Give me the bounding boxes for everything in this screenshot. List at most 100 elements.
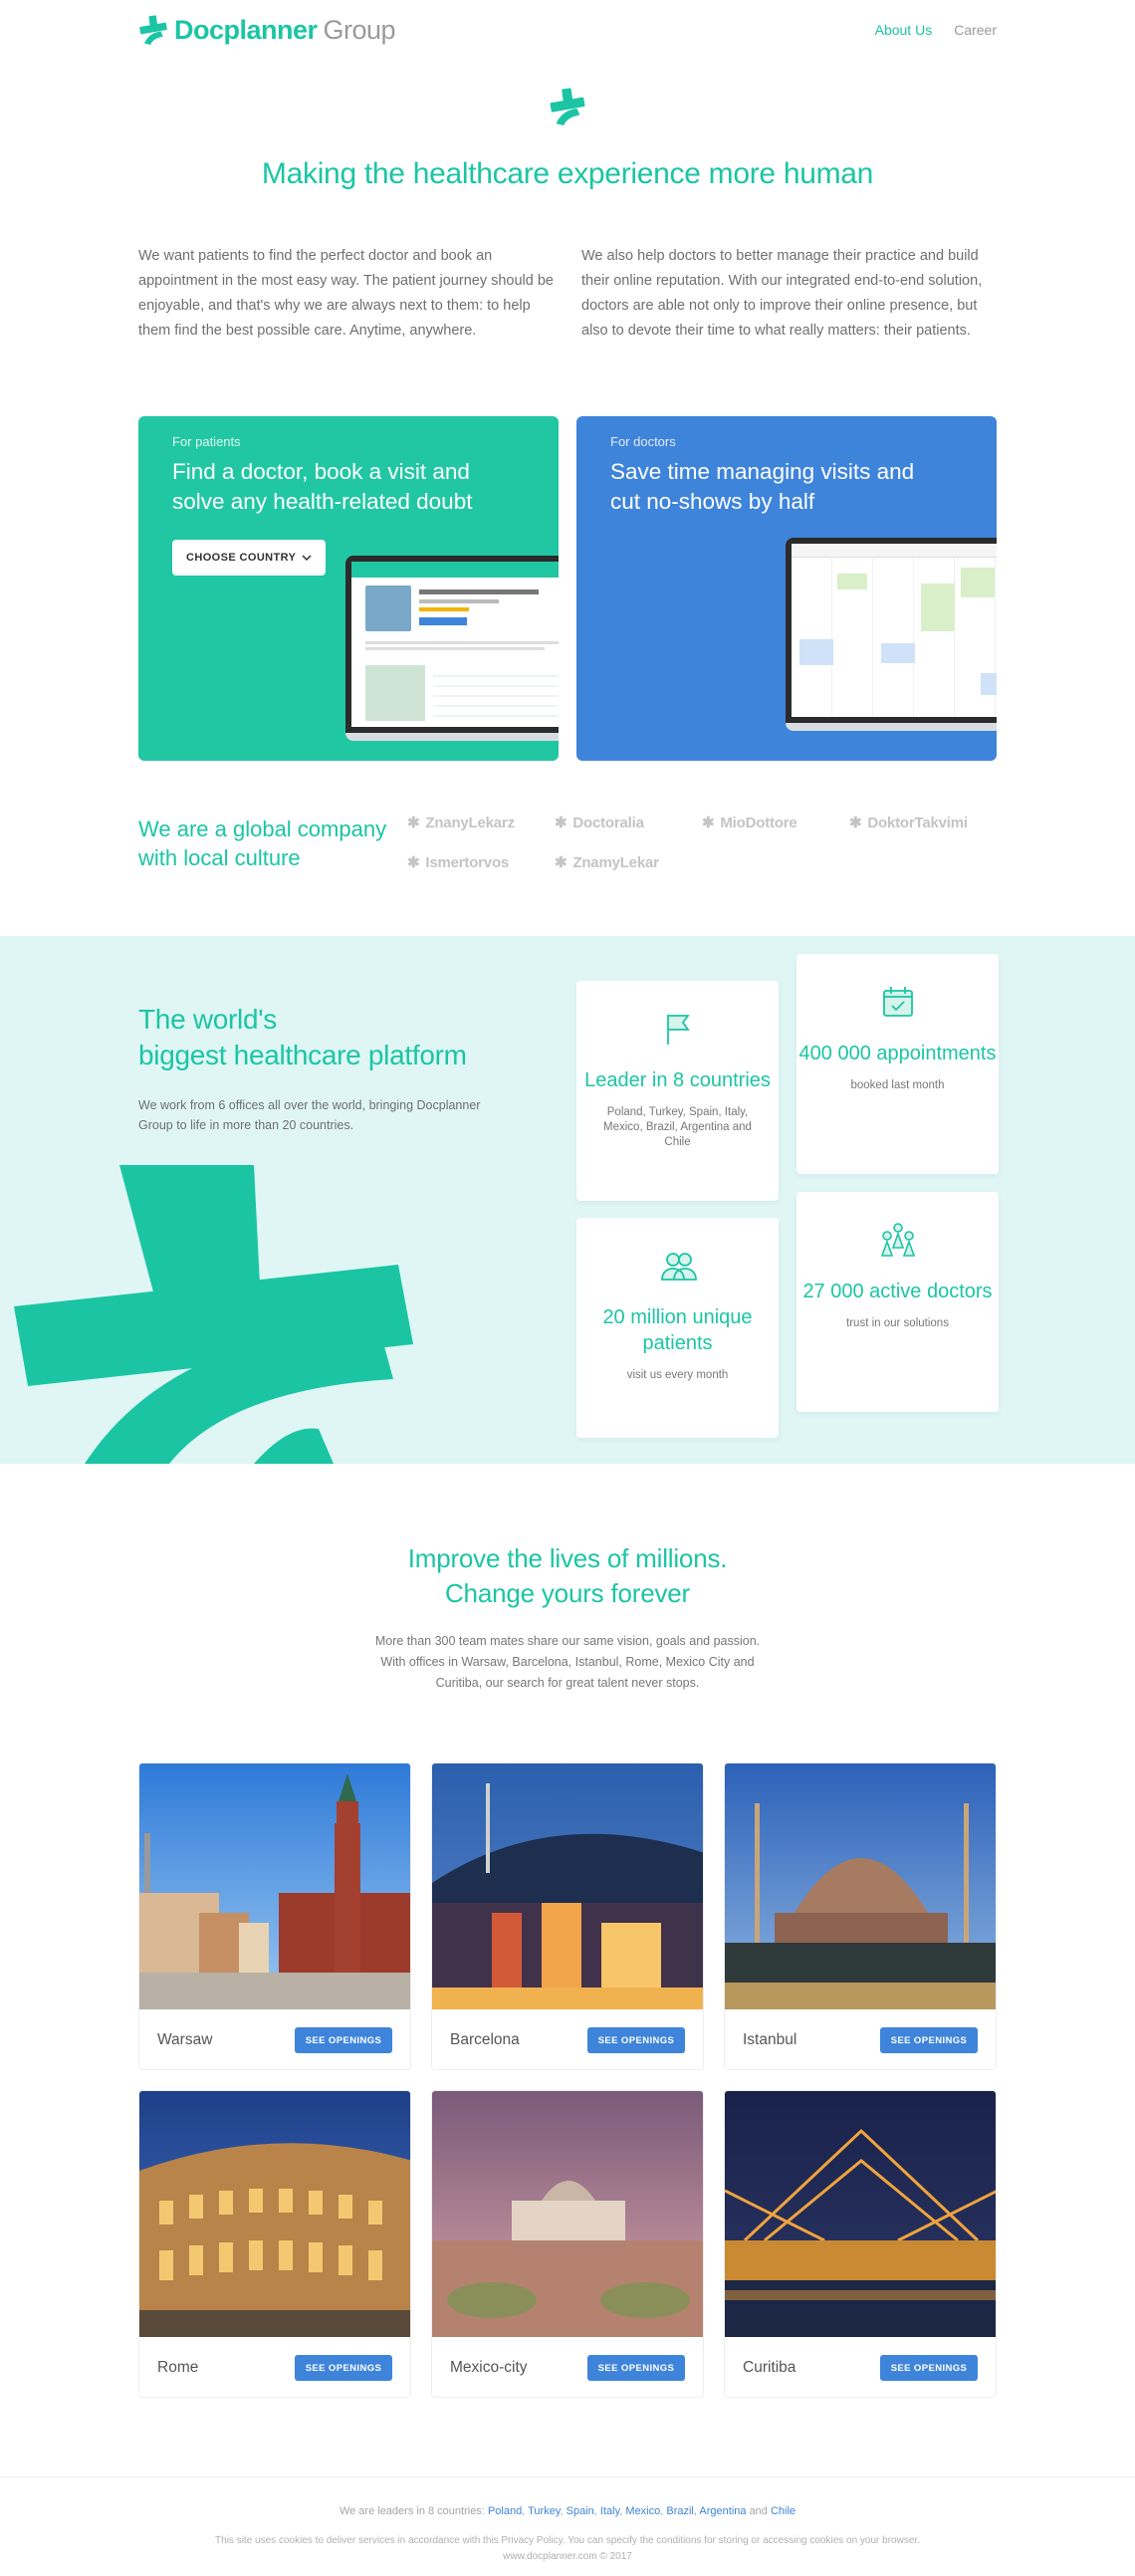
nav-career[interactable]: Career: [954, 22, 997, 38]
intro-text: We want patients to find the perfect doc…: [138, 244, 997, 344]
see-openings-button[interactable]: SEE OPENINGS: [587, 2355, 685, 2381]
patients-laptop-screen: [351, 562, 559, 727]
stat-patients-title: 20 million unique patients: [602, 1306, 753, 1354]
doctors-icon: [880, 1223, 915, 1257]
stat-appointments-title: 400 000 appointments: [798, 1043, 997, 1064]
copyright: www.docplanner.com © 2017: [503, 2551, 632, 2562]
users-icon: [660, 1253, 697, 1281]
country-link-turkey[interactable]: Turkey: [528, 2505, 560, 2517]
country-link-mexico[interactable]: Mexico: [625, 2505, 660, 2517]
cookie-notice: This site uses cookies to deliver servic…: [215, 2535, 920, 2562]
doctors-laptop-mockup: [786, 538, 997, 731]
brand-znamylekar[interactable]: ✱ ZnamyLekar: [555, 853, 702, 872]
patients-eyebrow: For patients: [172, 434, 241, 449]
stat-appointments: 400 000 appointments booked last month: [796, 954, 999, 1174]
intro-patients-text: We want patients to find the perfect doc…: [138, 248, 554, 339]
stat-doctors: 27 000 active doctors trust in our solut…: [796, 1192, 999, 1412]
doctors-title: Save time managing visits and cut no-sho…: [610, 459, 915, 514]
rome-photo: [139, 2091, 410, 2337]
patients-laptop-mockup: [345, 556, 559, 741]
brand-doctoralia[interactable]: ✱ Doctoralia: [555, 814, 702, 832]
nav-about-us[interactable]: About Us: [875, 22, 933, 38]
office-city: Curitiba: [743, 2359, 796, 2376]
mexico-city-photo: [432, 2091, 703, 2337]
office-city: Barcelona: [450, 2031, 520, 2048]
intro-doctors-text: We also help doctors to better manage th…: [581, 248, 983, 339]
brand-suffix: Group: [323, 14, 396, 45]
office-city: Istanbul: [743, 2031, 797, 2048]
careers-title: Improve the lives of millions. Change you…: [407, 1543, 728, 1608]
main-nav: About Us Career: [875, 22, 997, 38]
curitiba-photo: [725, 2091, 996, 2337]
office-card-barcelona: Barcelona SEE OPENINGS: [431, 1762, 704, 2070]
barcelona-photo: [432, 1763, 703, 2009]
docplanner-star-icon: [550, 88, 585, 125]
stat-doctors-title: 27 000 active doctors: [802, 1281, 993, 1302]
country-link-spain[interactable]: Spain: [567, 2505, 594, 2517]
careers-text: More than 300 team mates share our same …: [374, 1634, 761, 1690]
global-company-section: We are a global company with local cultu…: [138, 815, 997, 872]
choose-country-dropdown[interactable]: CHOOSE COUNTRY: [172, 540, 326, 576]
chevron-down-icon: [302, 555, 312, 561]
office-city: Rome: [157, 2359, 199, 2376]
office-card-curitiba: Curitiba SEE OPENINGS: [724, 2090, 997, 2398]
office-city: Warsaw: [157, 2031, 213, 2048]
flag-icon: [666, 1015, 690, 1045]
product-cards: For patients Find a doctor, book a visit…: [138, 416, 997, 761]
doctors-card: For doctors Save time managing visits an…: [576, 416, 997, 761]
stat-doctors-sub: trust in our solutions: [846, 1317, 949, 1329]
leaders-line: We are leaders in 8 countries: Poland, T…: [339, 2505, 796, 2517]
site-header: Docplanner Group About Us Career: [138, 0, 997, 60]
brand-star-icon: ✱: [555, 815, 568, 831]
stat-countries: Leader in 8 countries Poland, Turkey, Sp…: [576, 981, 779, 1201]
calendar-check-icon: [882, 987, 913, 1017]
office-card-rome: Rome SEE OPENINGS: [138, 2090, 411, 2398]
stat-countries-title: Leader in 8 countries: [584, 1069, 771, 1091]
brand-star-icon: ✱: [407, 815, 420, 831]
office-grid: Warsaw SEE OPENINGS Barcelona SEE OPENIN…: [138, 1762, 997, 2398]
country-link-argentina[interactable]: Argentina: [699, 2505, 746, 2517]
careers-intro: Improve the lives of millions. Change you…: [0, 1541, 1135, 1694]
office-card-mexico-city: Mexico-city SEE OPENINGS: [431, 2090, 704, 2398]
platform-band: The world's biggest healthcare platform W…: [0, 936, 1135, 1464]
stat-appointments-sub: booked last month: [850, 1079, 945, 1091]
brand-doktortakvimi[interactable]: ✱ DoktorTakvimi: [849, 814, 997, 832]
brand-ismertorvos[interactable]: ✱ Ismertorvos: [407, 853, 555, 872]
brand-star-icon: ✱: [555, 854, 568, 871]
stat-countries-sub: Poland, Turkey, Spain, Italy, Mexico, Br…: [603, 1106, 752, 1148]
brand-miodottore[interactable]: ✱ MioDottore: [702, 814, 849, 832]
see-openings-button[interactable]: SEE OPENINGS: [587, 2027, 685, 2053]
stat-patients-sub: visit us every month: [626, 1369, 729, 1381]
country-link-italy[interactable]: Italy: [600, 2505, 619, 2517]
choose-country-label: CHOOSE COUNTRY: [186, 552, 297, 564]
brand-star-icon: ✱: [407, 854, 420, 871]
hero-logo-mark: [138, 88, 997, 125]
patients-card: For patients Find a doctor, book a visit…: [138, 416, 559, 761]
office-city: Mexico-city: [450, 2359, 528, 2376]
see-openings-button[interactable]: SEE OPENINGS: [880, 2027, 978, 2053]
platform-text: We work from 6 offices all over the worl…: [138, 1098, 481, 1132]
brand-znanylekarz[interactable]: ✱ ZnanyLekarz: [407, 814, 555, 832]
doctors-eyebrow: For doctors: [610, 434, 676, 449]
stat-patients: 20 million unique patients visit us ever…: [576, 1218, 779, 1438]
global-company-title: We are a global company with local cultu…: [138, 817, 387, 870]
docplanner-star-icon: [139, 15, 167, 45]
country-link-brazil[interactable]: Brazil: [666, 2505, 694, 2517]
country-link-poland[interactable]: Poland: [488, 2505, 522, 2517]
office-card-istanbul: Istanbul SEE OPENINGS: [724, 1762, 997, 2070]
see-openings-button[interactable]: SEE OPENINGS: [295, 2355, 392, 2381]
office-card-warsaw: Warsaw SEE OPENINGS: [138, 1762, 411, 2070]
country-link-chile[interactable]: Chile: [771, 2505, 795, 2517]
site-footer: We are leaders in 8 countries: Poland, T…: [0, 2476, 1135, 2565]
logo[interactable]: Docplanner Group: [138, 14, 396, 46]
see-openings-button[interactable]: SEE OPENINGS: [880, 2355, 978, 2381]
hero-title: Making the healthcare experience more hu…: [261, 157, 874, 190]
brand-list: ✱ ZnanyLekarz ✱ Doctoralia ✱ MioDottore ✱ Do…: [407, 814, 997, 872]
see-openings-button[interactable]: SEE OPENINGS: [295, 2027, 392, 2053]
patients-title: Find a doctor, book a visit and solve an…: [172, 459, 473, 514]
brand-name: Docplanner: [174, 14, 318, 45]
page-container: Docplanner Group About Us Career Making …: [138, 0, 997, 872]
brand-star-icon: ✱: [849, 815, 862, 831]
brand-star-icon: ✱: [702, 815, 715, 831]
istanbul-photo: [725, 1763, 996, 2009]
